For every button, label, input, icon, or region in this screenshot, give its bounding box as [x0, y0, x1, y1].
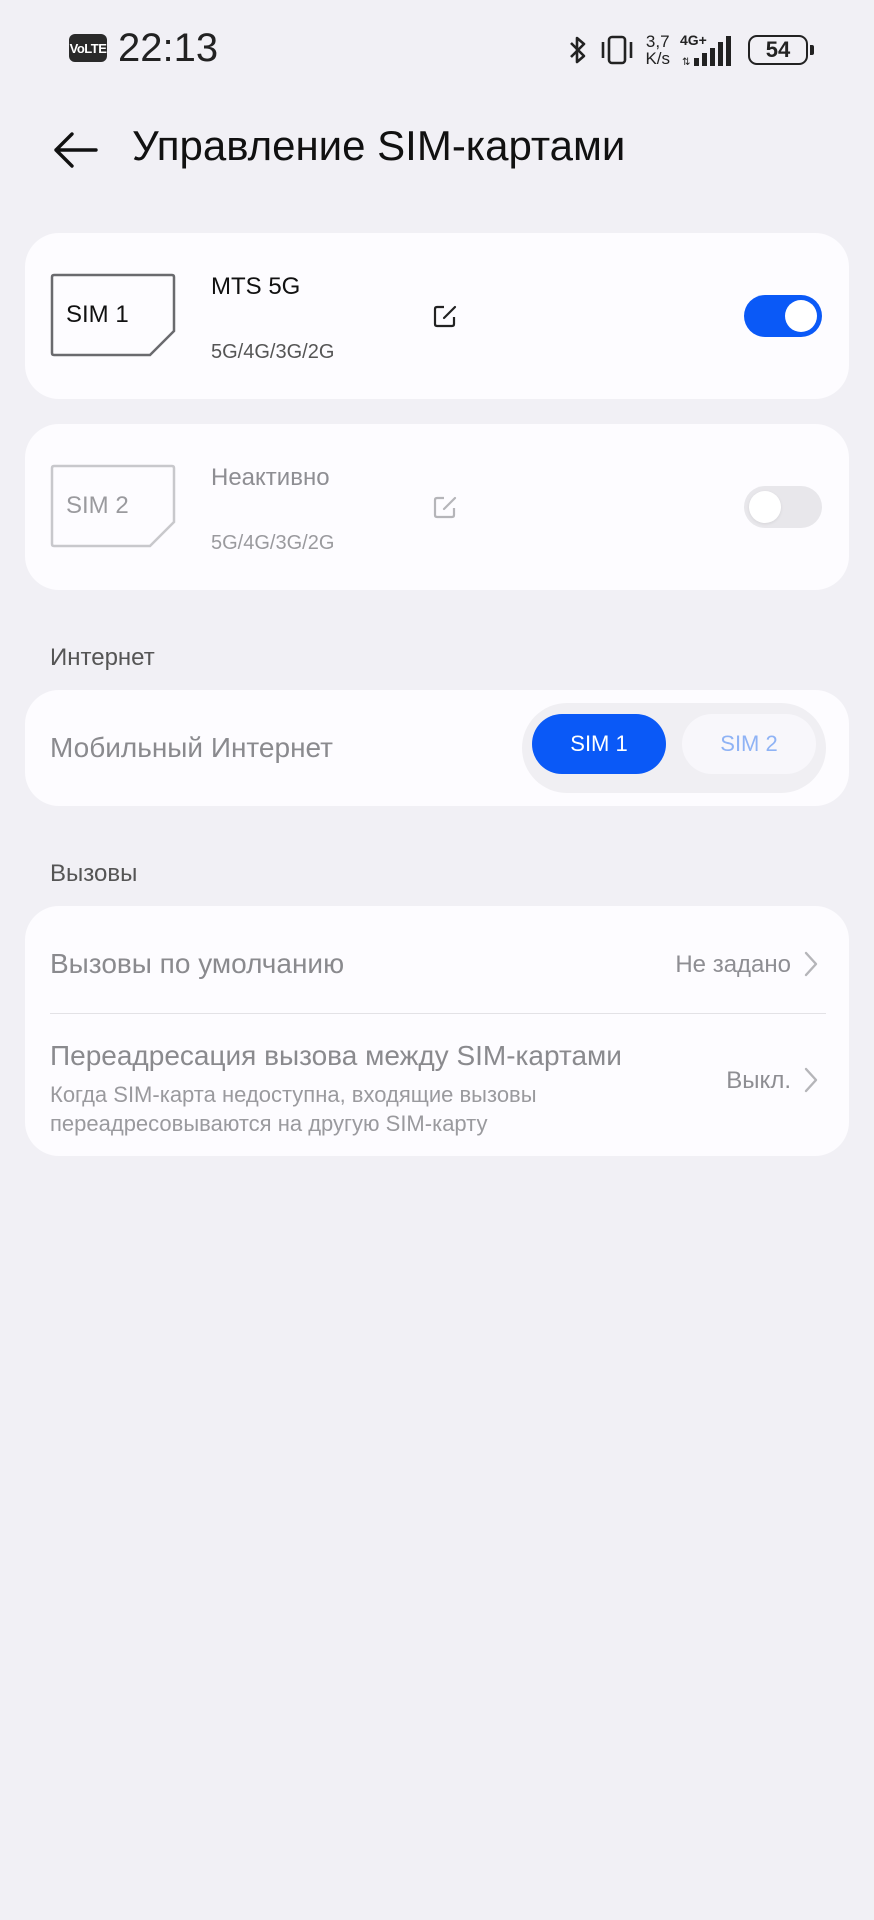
internet-card: Мобильный Интернет SIM 1 SIM 2 [25, 690, 849, 806]
sim1-edit-icon[interactable] [432, 303, 458, 329]
toggle-knob [749, 491, 781, 523]
sim2-card-label: SIM 2 [66, 492, 129, 519]
vibrate-icon [602, 35, 633, 65]
sim1-name: MTS 5G [211, 273, 301, 300]
call-forwarding-description: Когда SIM-карта недоступна, входящие выз… [50, 1080, 537, 1138]
calls-section-label: Вызовы [50, 860, 138, 887]
signal-indicator: 4G+ ⇅ [680, 32, 738, 68]
speed-value: 3,7 [645, 32, 670, 51]
network-speed: 3,7 K/s [645, 33, 670, 67]
default-calls-label: Вызовы по умолчанию [50, 948, 345, 979]
volte-icon: VoLTE [69, 34, 107, 62]
mobile-data-sim1-option[interactable]: SIM 1 [532, 714, 666, 774]
battery-icon: 54 [748, 35, 814, 65]
mobile-data-sim-selector: SIM 1 SIM 2 [522, 703, 826, 793]
call-forwarding-value: Выкл. [726, 1067, 791, 1094]
status-bar: VoLTE 22:13 3,7 K/s 4G+ ⇅ 54 [0, 0, 874, 100]
mobile-data-sim2-option[interactable]: SIM 2 [682, 714, 816, 774]
sim1-network: 5G/4G/3G/2G [211, 341, 335, 363]
chevron-right-icon [804, 1067, 818, 1093]
bluetooth-icon [570, 36, 586, 64]
chevron-right-icon [804, 951, 818, 977]
call-forwarding-description-line2: переадресовываются на другую SIM-карту [50, 1111, 488, 1136]
svg-text:⇅: ⇅ [682, 57, 690, 68]
page-title: Управление SIM-картами [132, 122, 626, 169]
internet-section-label: Интернет [50, 644, 155, 671]
call-forwarding-row[interactable]: Переадресация вызова между SIM-картами К… [25, 1014, 849, 1156]
speed-unit: K/s [645, 49, 670, 68]
status-time: 22:13 [118, 26, 219, 70]
call-forwarding-description-line1: Когда SIM-карта недоступна, входящие выз… [50, 1082, 537, 1107]
calls-card: Вызовы по умолчанию Не задано Переадреса… [25, 906, 849, 1156]
sim1-card: SIM 1 MTS 5G 5G/4G/3G/2G [25, 233, 849, 399]
default-calls-row[interactable]: Вызовы по умолчанию Не задано [25, 906, 849, 1013]
sim1-card-label: SIM 1 [66, 301, 129, 328]
sim1-toggle[interactable] [744, 295, 822, 337]
back-arrow-icon[interactable] [50, 128, 100, 172]
mobile-data-label: Мобильный Интернет [50, 732, 333, 763]
signal-icon: ⇅ [682, 36, 731, 68]
toggle-knob [785, 300, 817, 332]
status-icons: 3,7 K/s 4G+ ⇅ 54 [567, 28, 814, 72]
default-calls-value: Не задано [675, 951, 791, 978]
sim2-edit-icon[interactable] [432, 494, 458, 520]
sim2-card-icon: SIM 2 [50, 464, 176, 548]
sim2-network: 5G/4G/3G/2G [211, 532, 335, 554]
sim2-name: Неактивно [211, 464, 330, 491]
sim2-toggle[interactable] [744, 486, 822, 528]
call-forwarding-label: Переадресация вызова между SIM-картами [50, 1040, 622, 1071]
battery-level: 54 [765, 37, 791, 62]
sim1-card-icon: SIM 1 [50, 273, 176, 357]
sim2-card: SIM 2 Неактивно 5G/4G/3G/2G [25, 424, 849, 590]
